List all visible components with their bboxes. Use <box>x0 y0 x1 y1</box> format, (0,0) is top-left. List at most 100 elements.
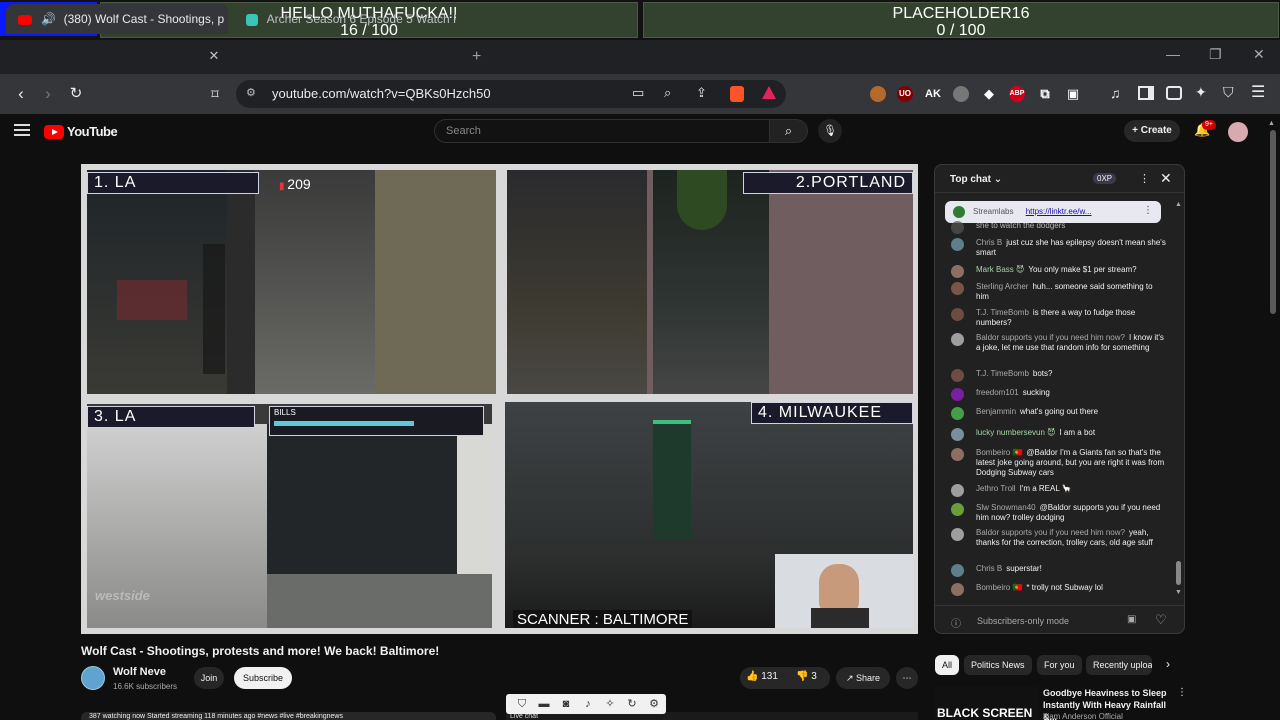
create-button[interactable]: + Create <box>1124 120 1180 142</box>
chat-message-body: T.J. TimeBomb bots? <box>976 369 1166 379</box>
media-icon[interactable]: ♫ <box>1110 85 1121 101</box>
folder-icon[interactable]: ▬ <box>536 696 552 712</box>
channel-avatar[interactable] <box>81 666 105 690</box>
adblock-icon[interactable]: ABP <box>1009 86 1025 102</box>
dislike-button[interactable]: 👎 3 <box>796 671 817 682</box>
vpn-icon[interactable]: ⛉ <box>1223 84 1234 101</box>
search-button[interactable]: ⌕ <box>770 119 808 143</box>
tab-close-icon[interactable]: ✕ <box>207 49 221 63</box>
superchat-icon[interactable]: ▣ <box>1127 614 1136 625</box>
youtube-logo-icon[interactable] <box>44 125 64 139</box>
tab-wolf-cast[interactable]: 🔊 (380) Wolf Cast - Shootings, p <box>6 4 228 34</box>
pinned-message[interactable]: Streamlabs https://linktr.ee/w... <box>945 201 1161 223</box>
volume-icon[interactable]: ♪ <box>580 696 596 712</box>
diamond-icon[interactable]: ◆ <box>981 86 997 102</box>
chat-author[interactable]: Slw Snowman40 <box>976 503 1036 512</box>
chip-politics-news[interactable]: Politics News <box>964 655 1032 675</box>
settings-icon[interactable]: ⚙ <box>646 696 662 712</box>
search-input[interactable]: Search <box>434 119 770 143</box>
chat-author[interactable]: Chris B <box>976 564 1002 573</box>
recommended-more-icon[interactable]: ⋮ <box>1177 687 1187 698</box>
chat-author[interactable]: Benjammin <box>976 407 1016 416</box>
cast-icon[interactable]: ▭ <box>632 85 644 101</box>
subscribe-button[interactable]: Subscribe <box>234 667 292 689</box>
chat-author[interactable]: Baldor supports you if you need him now? <box>976 528 1125 537</box>
menu-icon[interactable]: ☰ <box>1251 82 1265 102</box>
close-chat-icon[interactable]: ✕ <box>1160 170 1172 187</box>
account-avatar[interactable] <box>1228 122 1248 142</box>
chat-scrollbar[interactable] <box>1175 209 1181 595</box>
site-favicon-icon <box>246 13 258 26</box>
url-text[interactable]: youtube.com/watch?v=QBKs0Hzch50 <box>272 86 491 101</box>
more-actions-button[interactable]: ⋯ <box>896 667 918 689</box>
ext-pin-icon[interactable] <box>870 86 886 102</box>
scroll-down-icon[interactable]: ▼ <box>1175 589 1182 596</box>
minimize-icon[interactable]: — <box>1166 46 1180 62</box>
description-box[interactable]: 387 watching now Started streaming 118 m… <box>81 712 496 720</box>
page-scrollbar-thumb[interactable] <box>1270 130 1276 314</box>
leo-ai-icon[interactable]: ✦ <box>1195 84 1207 101</box>
chat-more-icon[interactable]: ⋮ <box>1139 172 1150 185</box>
chat-author[interactable]: T.J. TimeBomb <box>976 308 1029 317</box>
video-player[interactable]: 1. LA ▮ 209 2.PORTLAND 3. LA BILLS wests… <box>81 164 918 634</box>
chat-author[interactable]: Baldor supports you if you need him now? <box>976 333 1125 342</box>
site-info-icon[interactable]: ⚙ <box>246 86 256 99</box>
chat-author[interactable]: T.J. TimeBomb <box>976 369 1029 378</box>
chat-author[interactable]: lucky numbersevun 😈 <box>976 428 1055 437</box>
chip-recently-uploaded[interactable]: Recently uploa <box>1086 655 1152 675</box>
forward-icon[interactable]: › <box>37 83 59 105</box>
chevron-right-icon[interactable]: › <box>1166 657 1170 671</box>
puzzle-icon[interactable]: ⧉ <box>1037 86 1053 102</box>
like-button[interactable]: 👍 131 <box>746 671 778 682</box>
chat-author[interactable]: freedom101 <box>976 388 1019 397</box>
chat-author[interactable]: Bombeiro 🇵🇹 <box>976 448 1022 457</box>
reload-icon[interactable]: ↻ <box>65 83 87 105</box>
pinned-more-icon[interactable]: ⋮ <box>1143 205 1153 216</box>
globe-icon[interactable] <box>953 86 969 102</box>
camera-icon[interactable]: ◙ <box>558 696 574 712</box>
pin-icon[interactable]: ✧ <box>602 696 618 712</box>
tab-archer[interactable]: Archer Season 6 Episode 5 Watch Fre <box>234 4 456 34</box>
maximize-icon[interactable]: ❐ <box>1209 46 1222 63</box>
chat-author[interactable]: Sterling Archer <box>976 282 1028 291</box>
wallet-icon[interactable] <box>1166 86 1182 100</box>
chat-author[interactable]: Bombeiro 🇵🇹 <box>976 583 1022 592</box>
chat-scroll-thumb[interactable] <box>1176 561 1181 585</box>
chat-message-body: Chris B superstar! <box>976 564 1166 574</box>
recommended-channel[interactable]: Liam Anderson Official <box>1043 712 1123 720</box>
chat-author[interactable]: Jethro Troll <box>976 484 1016 493</box>
pinned-link[interactable]: https://linktr.ee/w... <box>1026 207 1092 216</box>
points-badge[interactable]: 0XP <box>1093 173 1117 184</box>
top-chat-dropdown[interactable]: Top chat ⌄ <box>950 174 1002 185</box>
hamburger-icon[interactable] <box>14 124 30 136</box>
sidebar-icon[interactable] <box>1138 86 1154 100</box>
chip-for-you[interactable]: For you <box>1037 655 1082 675</box>
pane-3-health-bar <box>274 421 414 426</box>
youtube-logo-text[interactable]: YouTube <box>67 124 118 139</box>
new-tab-button[interactable]: + <box>472 48 481 66</box>
brave-rewards-icon[interactable] <box>762 86 776 99</box>
channel-name[interactable]: Wolf Neve <box>113 666 166 678</box>
recommended-thumbnail[interactable]: BLACK SCREEN <box>934 686 1038 720</box>
chat-author[interactable]: Mark Bass 😈 <box>976 265 1024 274</box>
voice-search-icon[interactable]: 🎙 <box>818 119 842 143</box>
chat-author[interactable]: Chris B <box>976 238 1002 247</box>
ublock-icon[interactable]: UO <box>897 86 913 102</box>
join-button[interactable]: Join <box>194 667 224 689</box>
back-icon[interactable]: ‹ <box>10 83 32 105</box>
scroll-up-icon[interactable]: ▲ <box>1175 201 1182 208</box>
zoom-icon[interactable]: ⌕ <box>664 85 671 101</box>
page-scroll-up-icon[interactable]: ▲ <box>1268 120 1275 127</box>
capture-icon[interactable]: ▣ <box>1065 86 1081 102</box>
ak-icon[interactable]: AK <box>925 86 941 102</box>
share-page-icon[interactable]: ⇪ <box>696 85 707 101</box>
brave-shield-icon[interactable] <box>730 86 744 102</box>
refresh-icon[interactable]: ↻ <box>624 696 640 712</box>
bookmark-icon[interactable]: ⌑ <box>204 83 226 105</box>
shield-icon[interactable]: ⛉ <box>514 696 530 712</box>
thumbnail-text: BLACK SCREEN <box>937 706 1033 720</box>
heart-icon[interactable]: ♡ <box>1155 612 1167 628</box>
share-button[interactable]: ↗ Share <box>836 667 890 689</box>
close-window-icon[interactable]: ✕ <box>1253 46 1265 63</box>
chip-all[interactable]: All <box>935 655 960 675</box>
